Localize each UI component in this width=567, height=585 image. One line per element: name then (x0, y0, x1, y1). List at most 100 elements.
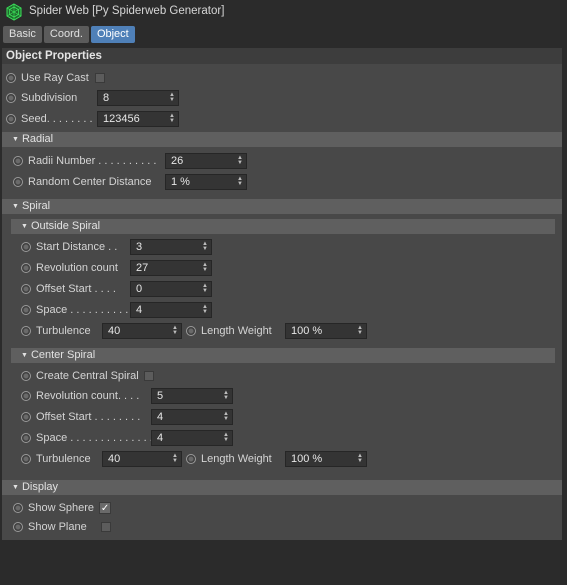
animation-key-icon[interactable] (186, 454, 196, 464)
start-distance-row: Start Distance . . (21, 238, 117, 256)
spiral-title: Spiral (21, 200, 51, 212)
stepper-arrows-icon[interactable]: ▲ ▼ (357, 453, 363, 464)
create-central-spiral-checkbox[interactable] (143, 371, 154, 381)
animation-key-icon[interactable] (21, 263, 31, 273)
animation-key-icon[interactable] (21, 326, 31, 336)
stepper-arrows-icon[interactable]: ▲ ▼ (237, 176, 243, 187)
animation-key-icon[interactable] (21, 305, 31, 315)
offset-start-row: Offset Start . . . . (21, 280, 116, 298)
animation-key-icon[interactable] (13, 503, 23, 513)
center-length-weight-field[interactable]: 100 % ▲ ▼ (285, 451, 367, 467)
stepper-arrows-icon[interactable]: ▲ ▼ (223, 432, 229, 443)
offset-start-value: 0 (136, 283, 143, 295)
center-revolution-count-row: Revolution count. . . . (21, 387, 139, 405)
revolution-count-field[interactable]: 27 ▲ ▼ (130, 260, 212, 276)
stepper-arrows-icon[interactable]: ▲ ▼ (202, 262, 208, 273)
space-field[interactable]: 4 ▲ ▼ (130, 302, 212, 318)
center-revolution-count-field[interactable]: 5 ▲ ▼ (151, 388, 233, 404)
stepper-arrows-icon[interactable]: ▲ ▼ (223, 411, 229, 422)
animation-key-icon[interactable] (21, 391, 31, 401)
stepper-arrows-icon[interactable]: ▲ ▼ (237, 155, 243, 166)
title-bar: Spider Web [Py Spiderweb Generator] (0, 0, 567, 24)
stepper-arrows-icon[interactable]: ▲ ▼ (172, 325, 178, 336)
center-length-weight-row: Length Weight (186, 450, 272, 468)
animation-key-icon[interactable] (21, 242, 31, 252)
radial-section-header[interactable]: ▼ Radial (2, 132, 562, 147)
use-ray-cast-row: Use Ray Cast (6, 69, 105, 87)
random-center-distance-row: Random Center Distance (13, 173, 152, 191)
subdivision-label: Subdivision (21, 92, 78, 104)
tab-object[interactable]: Object (90, 26, 135, 43)
stepper-arrows-icon[interactable]: ▲ ▼ (169, 113, 175, 124)
center-turbulence-row: Turbulence (21, 450, 91, 468)
outside-spiral-title: Outside Spiral (30, 220, 101, 232)
offset-start-field[interactable]: 0 ▲ ▼ (130, 281, 212, 297)
stepper-arrows-icon[interactable]: ▲ ▼ (202, 241, 208, 252)
length-weight-field[interactable]: 100 % ▲ ▼ (285, 323, 367, 339)
outside-spiral-section-header[interactable]: ▼ Outside Spiral (11, 219, 555, 234)
display-section-header[interactable]: ▼ Display (2, 480, 562, 495)
center-turbulence-value: 40 (108, 453, 121, 465)
panel-title: Object Properties (2, 48, 562, 64)
center-turbulence-field[interactable]: 40 ▲ ▼ (102, 451, 182, 467)
revolution-count-value: 27 (136, 262, 149, 274)
stepper-arrows-icon[interactable]: ▲ ▼ (202, 304, 208, 315)
show-sphere-label: Show Sphere (28, 502, 95, 514)
stepper-arrows-icon[interactable]: ▲ ▼ (172, 453, 178, 464)
turbulence-field[interactable]: 40 ▲ ▼ (102, 323, 182, 339)
animation-key-icon[interactable] (6, 73, 16, 83)
spiral-section-header[interactable]: ▼ Spiral (2, 199, 562, 214)
animation-key-icon[interactable] (6, 93, 16, 103)
space-label: Space . . . . . . . . . . (36, 304, 129, 316)
center-space-row: Space . . . . . . . . . . . . . . (21, 429, 153, 447)
collapse-triangle-icon: ▼ (12, 203, 19, 210)
center-turbulence-label: Turbulence (36, 453, 91, 465)
stepper-arrows-icon[interactable]: ▲ ▼ (223, 390, 229, 401)
collapse-triangle-icon: ▼ (12, 484, 19, 491)
start-distance-field[interactable]: 3 ▲ ▼ (130, 239, 212, 255)
animation-key-icon[interactable] (13, 177, 23, 187)
center-revolution-count-label: Revolution count. . . . (36, 390, 140, 402)
display-title: Display (21, 481, 59, 493)
radii-number-value: 26 (171, 155, 184, 167)
animation-key-icon[interactable] (21, 454, 31, 464)
animation-key-icon[interactable] (21, 284, 31, 294)
show-sphere-row: Show Sphere ✓ (13, 499, 112, 517)
turbulence-row: Turbulence (21, 322, 91, 340)
revolution-count-label: Revolution count (36, 262, 118, 274)
stepper-arrows-icon[interactable]: ▲ ▼ (169, 92, 175, 103)
use-ray-cast-checkbox[interactable] (94, 73, 105, 83)
show-plane-checkbox[interactable] (100, 522, 111, 532)
center-offset-start-field[interactable]: 4 ▲ ▼ (151, 409, 233, 425)
subdivision-row: Subdivision (6, 89, 77, 107)
random-center-distance-label: Random Center Distance (28, 176, 152, 188)
tab-basic[interactable]: Basic (3, 26, 42, 43)
offset-start-label: Offset Start . . . . (36, 283, 116, 295)
start-distance-value: 3 (136, 241, 143, 253)
seed-field[interactable]: 123456 ▲ ▼ (97, 111, 179, 127)
create-central-spiral-row: Create Central Spiral (21, 367, 154, 385)
radii-number-row: Radii Number . . . . . . . . . . (13, 152, 156, 170)
subdivision-field[interactable]: 8 ▲ ▼ (97, 90, 179, 106)
show-plane-row: Show Plane (13, 518, 111, 536)
center-space-field[interactable]: 4 ▲ ▼ (151, 430, 233, 446)
random-center-distance-field[interactable]: 1 % ▲ ▼ (165, 174, 247, 190)
stepper-arrows-icon[interactable]: ▲ ▼ (202, 283, 208, 294)
animation-key-icon[interactable] (13, 522, 23, 532)
tab-coord[interactable]: Coord. (43, 26, 89, 43)
animation-key-icon[interactable] (21, 371, 31, 381)
radii-number-field[interactable]: 26 ▲ ▼ (165, 153, 247, 169)
animation-key-icon[interactable] (6, 114, 16, 124)
animation-key-icon[interactable] (21, 412, 31, 422)
center-spiral-section-header[interactable]: ▼ Center Spiral (11, 348, 555, 363)
show-sphere-checkbox[interactable]: ✓ (99, 502, 112, 514)
length-weight-row: Length Weight (186, 322, 272, 340)
animation-key-icon[interactable] (21, 433, 31, 443)
animation-key-icon[interactable] (13, 156, 23, 166)
center-length-weight-value: 100 % (291, 453, 323, 465)
random-center-distance-value: 1 % (171, 176, 190, 188)
center-offset-start-row: Offset Start . . . . . . . . (21, 408, 140, 426)
stepper-arrows-icon[interactable]: ▲ ▼ (357, 325, 363, 336)
turbulence-label: Turbulence (36, 325, 91, 337)
animation-key-icon[interactable] (186, 326, 196, 336)
